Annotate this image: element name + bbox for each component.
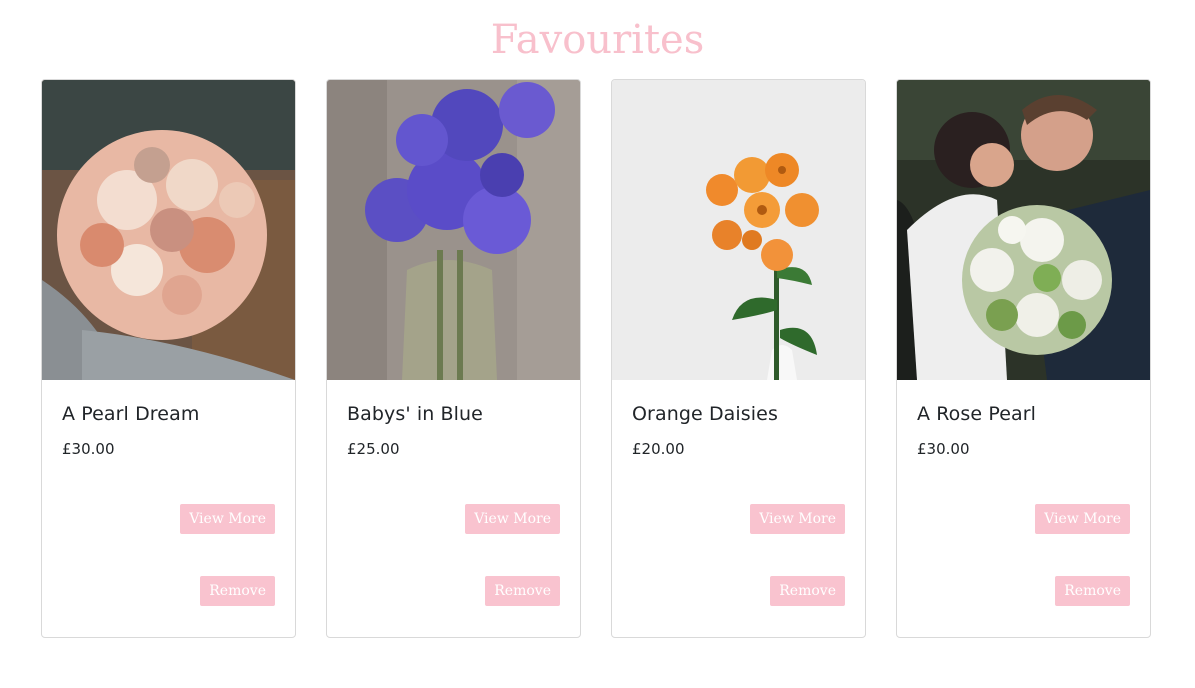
view-more-button[interactable]: View More — [180, 504, 275, 534]
product-price: £30.00 — [917, 440, 970, 458]
view-more-button[interactable]: View More — [1035, 504, 1130, 534]
product-title: A Pearl Dream — [62, 403, 200, 425]
product-price: £30.00 — [62, 440, 115, 458]
remove-button[interactable]: Remove — [485, 576, 560, 606]
product-image-blue-flowers — [327, 80, 580, 380]
view-more-button[interactable]: View More — [750, 504, 845, 534]
page-title: Favourites — [490, 17, 705, 63]
product-image-peach-roses — [42, 80, 295, 380]
product-image-orange-daisies — [612, 80, 865, 380]
product-card: A Pearl Dream £30.00 View More Remove — [41, 79, 296, 638]
remove-button[interactable]: Remove — [200, 576, 275, 606]
product-card: Orange Daisies £20.00 View More Remove — [611, 79, 866, 638]
product-price: £25.00 — [347, 440, 400, 458]
product-title: Babys' in Blue — [347, 403, 483, 425]
product-title: A Rose Pearl — [917, 403, 1037, 425]
product-title: Orange Daisies — [632, 403, 778, 425]
product-card: Babys' in Blue £25.00 View More Remove — [326, 79, 581, 638]
product-price: £20.00 — [632, 440, 685, 458]
product-image-wedding-roses — [897, 80, 1150, 380]
remove-button[interactable]: Remove — [1055, 576, 1130, 606]
remove-button[interactable]: Remove — [770, 576, 845, 606]
product-card: A Rose Pearl £30.00 View More Remove — [896, 79, 1151, 638]
favourites-list: A Pearl Dream £30.00 View More Remove Ba… — [41, 79, 1151, 639]
view-more-button[interactable]: View More — [465, 504, 560, 534]
